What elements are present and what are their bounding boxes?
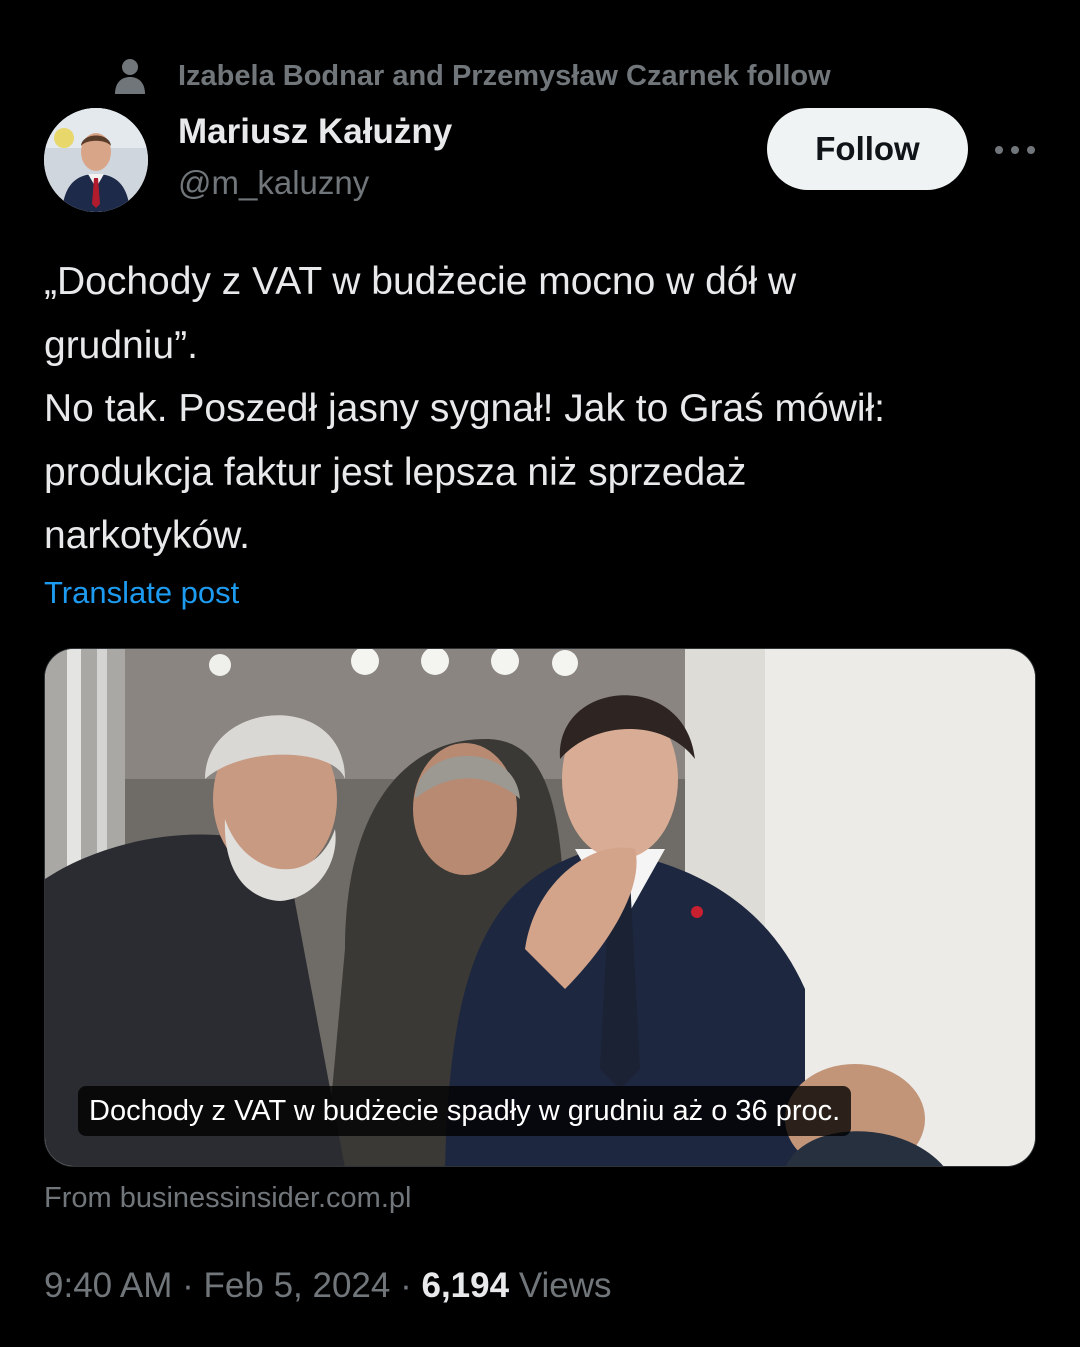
tweet-text-line: grudniu”.: [44, 323, 198, 367]
tweet-text-line: narkotyków.: [44, 514, 250, 557]
follow-button[interactable]: Follow: [767, 108, 968, 190]
tweet-text-line: „Dochody z VAT w budżecie mocno w dół w: [44, 260, 797, 303]
avatar[interactable]: [44, 108, 148, 212]
author-name[interactable]: Mariusz Kałużny: [178, 112, 452, 152]
tweet-text-line: produkcja faktur jest lepsza niż sprzeda…: [44, 450, 747, 494]
social-context-text: Izabela Bodnar and Przemysław Czarnek fo…: [178, 59, 831, 92]
views-label: Views: [518, 1266, 612, 1305]
translate-post-link[interactable]: Translate post: [44, 575, 239, 611]
media-caption: Dochody z VAT w budżecie spadły w grudni…: [78, 1086, 852, 1136]
tweet-text-line: No tak. Poszedł jasny sygnał! Jak to Gra…: [44, 387, 885, 430]
link-card-media[interactable]: Dochody z VAT w budżecie spadły w grudni…: [44, 648, 1036, 1167]
author-handle[interactable]: @m_kaluzny: [178, 164, 369, 202]
post-date[interactable]: Feb 5, 2024: [204, 1266, 391, 1305]
tweet-text: „Dochody z VAT w budżecie mocno w dół w …: [44, 250, 1034, 568]
meta-separator: ·: [400, 1266, 412, 1305]
more-horizontal-icon: [995, 146, 1035, 154]
post-time[interactable]: 9:40 AM: [44, 1266, 172, 1305]
more-options-button[interactable]: [990, 130, 1040, 170]
meta-separator: ·: [182, 1266, 194, 1305]
social-context: Izabela Bodnar and Przemysław Czarnek fo…: [110, 56, 831, 96]
person-icon: [110, 56, 150, 96]
views-count: 6,194: [421, 1266, 510, 1305]
tweet-meta: 9:40 AM · Feb 5, 2024 · 6,194 Views: [44, 1266, 612, 1306]
source-link[interactable]: From businessinsider.com.pl: [44, 1182, 411, 1215]
